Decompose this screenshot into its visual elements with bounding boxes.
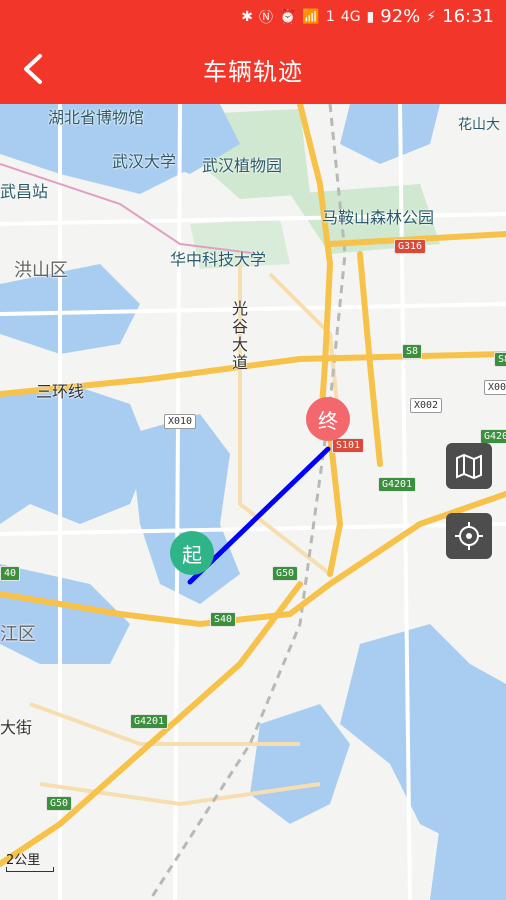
- shield-g316: G316: [394, 239, 427, 254]
- bluetooth-icon: ✱: [241, 8, 253, 25]
- app-bar: 车辆轨迹: [0, 34, 506, 104]
- locate-icon: [455, 522, 483, 550]
- wifi-icon: 📶: [302, 8, 320, 25]
- shield-x002b: X002: [410, 398, 443, 413]
- shield-g4201-b: G4201: [130, 714, 169, 729]
- page-title: 车辆轨迹: [203, 58, 303, 86]
- status-right: ✱ Ⓝ ⏰ 📶 1 4G ▮ 92% ⚡ 16:31: [241, 6, 494, 27]
- label-third-ring: 三环线: [36, 382, 85, 401]
- shield-s40-left: 40: [0, 566, 21, 581]
- shield-s40: S40: [210, 612, 237, 627]
- shield-g50-a: G50: [272, 566, 299, 581]
- label-wuhan-botanical: 武汉植物园: [202, 156, 283, 175]
- label-wuhan-university: 武汉大学: [112, 152, 177, 171]
- start-marker[interactable]: 起: [170, 531, 214, 575]
- label-district-left: 江区: [0, 624, 36, 645]
- end-marker[interactable]: 终: [306, 397, 350, 441]
- battery-level: 92%: [380, 6, 421, 27]
- charging-icon: ⚡: [426, 8, 437, 25]
- shield-x010: X010: [164, 414, 197, 429]
- label-huashan: 花山大: [458, 117, 500, 133]
- clock: 16:31: [442, 6, 494, 27]
- map-layers-button[interactable]: [446, 443, 492, 489]
- label-hubei-museum: 湖北省博物馆: [48, 108, 145, 127]
- label-huazhong-university: 华中科技大学: [170, 250, 267, 269]
- shield-g420: G420: [480, 429, 506, 444]
- sim-icon: 1: [325, 8, 335, 25]
- label-hongshan-district: 洪山区: [14, 260, 68, 281]
- map-scale-label: 2公里: [6, 853, 41, 868]
- shield-g50-b: G50: [46, 796, 73, 811]
- label-dajie: 大街: [0, 718, 33, 737]
- shield-x002: X002: [484, 380, 506, 395]
- shield-s8: S8: [402, 344, 423, 359]
- status-bar: ✱ Ⓝ ⏰ 📶 1 4G ▮ 92% ⚡ 16:31: [0, 0, 506, 34]
- map-view[interactable]: 湖北省博物馆 武汉大学 武汉植物园 武昌站 马鞍山森林公园 华中科技大学 洪山区…: [0, 104, 506, 900]
- label-guanggu-avenue: 光谷大道: [232, 299, 249, 372]
- label-maanshan-park: 马鞍山森林公园: [322, 208, 435, 227]
- nfc-icon: Ⓝ: [258, 9, 273, 26]
- network-type: 4G: [340, 8, 361, 25]
- alarm-icon: ⏰: [278, 8, 297, 25]
- shield-s8b: S8: [494, 352, 506, 367]
- shield-s101: S101: [332, 438, 365, 453]
- map-icon: [456, 453, 482, 480]
- shield-g4201-a: G4201: [378, 477, 417, 492]
- battery-icon: ▮: [366, 8, 375, 25]
- label-wuchang-station: 武昌站: [0, 182, 49, 201]
- map-scale-bar: [6, 867, 54, 872]
- locate-button[interactable]: [446, 513, 492, 559]
